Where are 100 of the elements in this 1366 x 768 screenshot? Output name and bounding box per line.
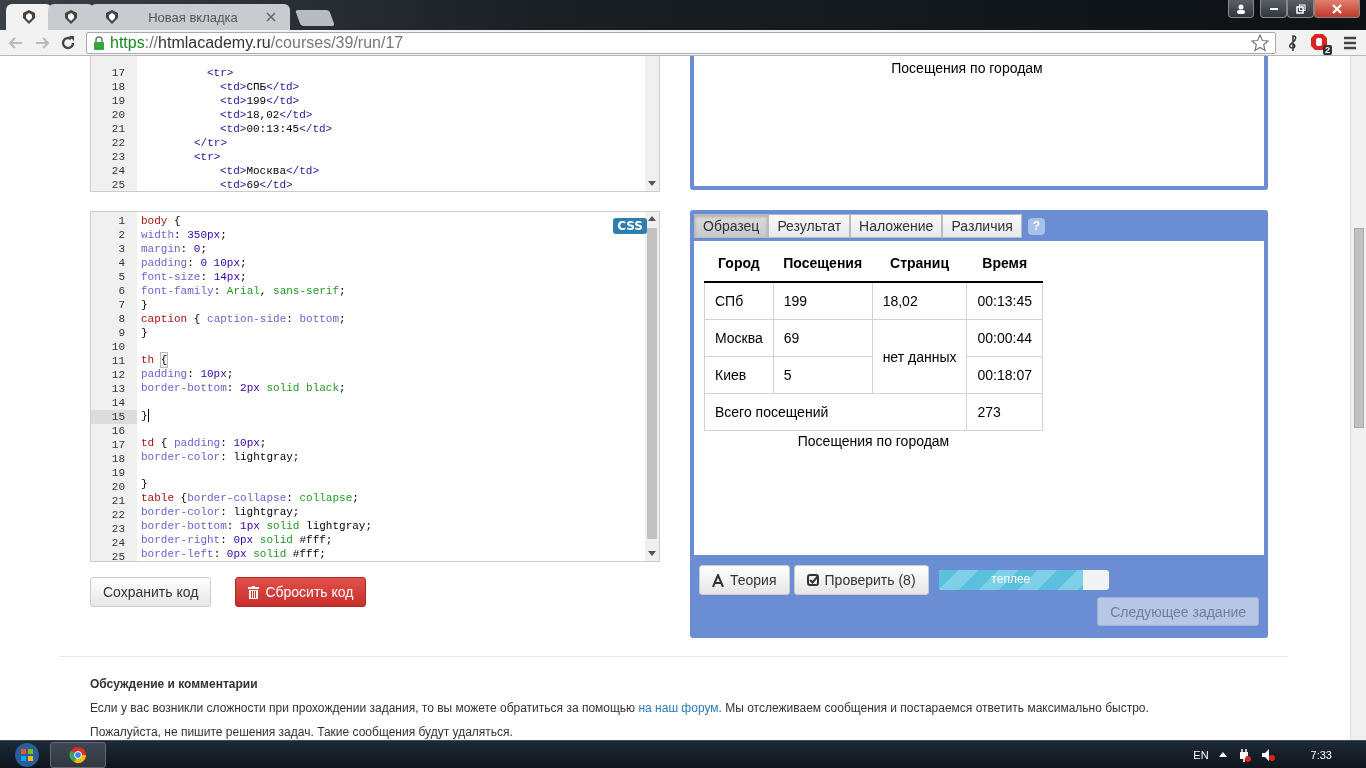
person-icon	[1236, 3, 1246, 14]
reset-button[interactable]: Сбросить код	[235, 577, 367, 607]
clock: 7:33	[1310, 748, 1332, 761]
html-editor[interactable]: 17 18 19 20 21 22 23 24 25 <tr> <td>СПБ</td> <td>199</td> <td>18,02</td> <td>00:13:45</td> </tr> <tr> <td>Москва</td> <td>69</td>	[90, 56, 660, 192]
menu-icon[interactable]	[1342, 34, 1358, 51]
shield-icon	[104, 9, 120, 25]
star-icon[interactable]	[1251, 33, 1269, 52]
code-line: <tr>	[206, 66, 234, 80]
user-button[interactable]	[1228, 0, 1254, 18]
line-number: 21	[110, 122, 126, 136]
url-text: https://htmlacademy.ru/courses/39/run/17	[110, 33, 404, 52]
code-line: <td>СПБ</td>	[219, 80, 300, 94]
view-tab[interactable]: Наложение	[850, 214, 943, 238]
taskbar-app[interactable]	[50, 741, 106, 768]
table-cell: 199	[773, 282, 873, 320]
table-cell: нет данных	[872, 319, 967, 394]
line-number: 25	[110, 550, 126, 561]
speaker-muted-icon[interactable]	[1260, 747, 1275, 762]
view-tab[interactable]: Результат	[768, 214, 851, 238]
code-line: border-bottom: 1px solid lightgray;	[141, 519, 373, 533]
line-number: 17	[110, 66, 126, 80]
column-header: Время	[967, 245, 1043, 282]
line-number: 21	[110, 494, 126, 508]
line-number: 8	[117, 312, 126, 326]
line-number: 25	[110, 178, 126, 191]
code-line: }	[141, 477, 148, 491]
extension-badge: 2	[1323, 44, 1332, 55]
theory-button[interactable]: Теория	[699, 565, 790, 595]
line-number: 6	[117, 284, 126, 298]
code-line: border-color: lightgray;	[141, 505, 300, 519]
code-line: <td>69</td>	[219, 178, 293, 191]
check-icon	[806, 574, 819, 586]
letter-a-icon	[712, 573, 724, 587]
language-badge: CSS	[613, 218, 647, 234]
code-line: caption { caption-side: bottom;	[141, 312, 346, 326]
language-indicator[interactable]: EN	[1193, 748, 1209, 761]
scroll-down-icon[interactable]	[648, 181, 656, 187]
line-number: 10	[110, 340, 126, 354]
code-line: border-bottom: 2px solid black;	[141, 381, 346, 396]
minimize-button[interactable]	[1260, 0, 1287, 18]
reload-icon[interactable]	[60, 34, 76, 51]
table-cell: 273	[967, 393, 1043, 431]
line-number: 18	[110, 80, 126, 94]
up-arrow-icon[interactable]	[1218, 751, 1227, 758]
code-line: <td>18,02</td>	[219, 108, 313, 122]
maximize-button[interactable]	[1287, 0, 1314, 18]
stop-hand-icon[interactable]	[1310, 32, 1328, 51]
line-number: 4	[117, 256, 126, 270]
close-button[interactable]	[1314, 0, 1360, 18]
minimize-icon	[1269, 7, 1278, 10]
save-button[interactable]: Сохранить код	[90, 577, 212, 607]
line-number: 7	[117, 298, 126, 312]
check-button[interactable]: Проверить (8)	[793, 565, 929, 595]
restore-icon	[1295, 3, 1306, 14]
view-tab[interactable]: Образец	[694, 214, 769, 238]
scrollbar-thumb[interactable]	[1353, 228, 1364, 428]
scroll-down-icon[interactable]	[648, 551, 656, 557]
shield-icon	[63, 9, 79, 25]
line-number: 22	[110, 508, 126, 522]
new-tab-button[interactable]	[295, 10, 335, 26]
column-header: Страниц	[872, 245, 967, 282]
code-line: padding: 10px;	[141, 367, 234, 382]
view-tab[interactable]: Различия	[942, 214, 1022, 238]
line-number: 13	[110, 382, 126, 396]
code-line: table {border-collapse: collapse;	[141, 491, 359, 505]
code-line: border-left: 0px solid #fff;	[141, 547, 326, 561]
line-number: 2	[117, 228, 126, 242]
text-cursor	[147, 408, 149, 422]
line-number: 22	[110, 136, 126, 150]
table-cell: 00:18:07	[967, 356, 1043, 394]
address-bar[interactable]: https://htmlacademy.ru/courses/39/run/17	[86, 31, 1276, 54]
section-heading: Обсуждение и комментарии	[90, 677, 259, 691]
code-line: font-size: 14px;	[141, 270, 247, 284]
code-line: font-family: Arial, sans-serif;	[141, 284, 346, 298]
table-cell: Москва	[704, 319, 774, 357]
line-number: 3	[117, 242, 126, 256]
close-icon	[1331, 3, 1343, 14]
code-line: <tr>	[193, 150, 221, 164]
browser-icon	[69, 745, 87, 764]
line-number: 20	[110, 480, 126, 494]
line-number: 19	[110, 94, 126, 108]
start-button-icon[interactable]	[14, 741, 40, 768]
line-number: 16	[110, 424, 126, 438]
table-cell: 69	[773, 319, 873, 357]
code-line: border-color: lightgray;	[141, 449, 300, 464]
forum-link[interactable]: на наш форум.	[638, 701, 722, 715]
code-line: <td>199</td>	[219, 94, 300, 108]
browser-tab[interactable]: Новая вкладка	[90, 4, 290, 30]
scroll-up-icon[interactable]	[648, 216, 656, 222]
table-cell: 00:13:45	[967, 282, 1043, 320]
css-editor[interactable]	[90, 211, 660, 562]
scrollbar-thumb[interactable]	[647, 228, 657, 539]
code-line: border-right: 0px solid #fff;	[141, 533, 333, 547]
line-number: 11	[110, 354, 126, 368]
line-number: 18	[110, 452, 126, 466]
code-line: margin: 0;	[141, 242, 208, 256]
line-number: 9	[117, 326, 126, 340]
code-line: padding: 0 10px;	[141, 256, 247, 270]
browser-tab[interactable]	[48, 4, 94, 30]
code-line: <td>Москва</td>	[219, 164, 320, 178]
